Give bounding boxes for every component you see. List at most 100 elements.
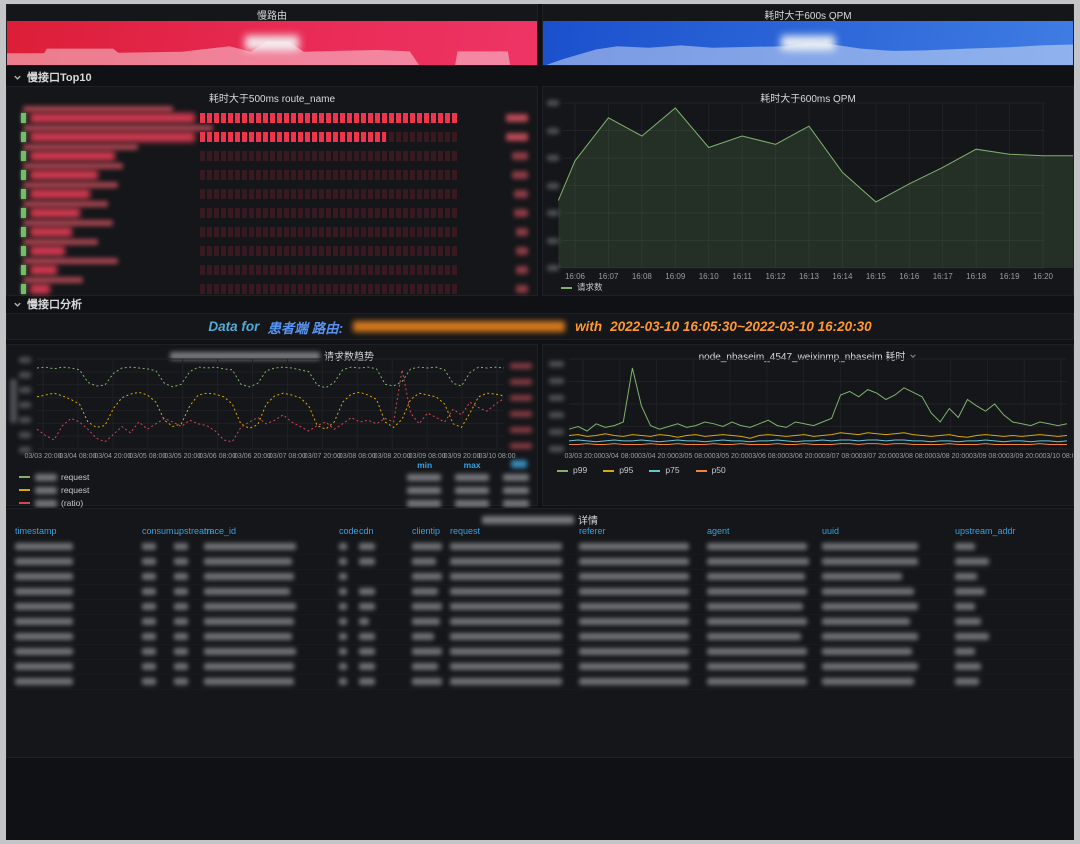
panel-title[interactable]: 耗时大于500ms route_name	[7, 90, 537, 105]
legend-label: request	[61, 485, 89, 495]
banner-time-range: 2022-03-10 16:05:30~2022-03-10 16:20:30	[610, 319, 872, 334]
cell-redacted	[707, 573, 805, 580]
x-tick-label: 03/04 20:00	[638, 453, 675, 460]
panel-title[interactable]: 详情	[7, 512, 1073, 527]
column-header-agent[interactable]: agent	[707, 526, 730, 536]
table-row[interactable]	[7, 674, 1073, 690]
panel-header[interactable]: 耗时大于600s QPM	[543, 5, 1073, 21]
series-line	[569, 368, 1067, 431]
bargauge-row[interactable]	[7, 124, 537, 143]
bargauge-row[interactable]	[7, 200, 537, 219]
x-tick-label: 03/05 20:00	[164, 453, 201, 460]
column-header-request[interactable]: request	[450, 526, 480, 536]
x-tick-label: 03/09 08:00	[969, 453, 1006, 460]
right-tick-redacted	[510, 379, 532, 385]
table-row[interactable]	[7, 539, 1073, 555]
bargauge-row[interactable]	[7, 276, 537, 295]
table-row[interactable]	[7, 629, 1073, 645]
lcd-bar	[21, 151, 479, 161]
legend-sort-redacted[interactable]	[511, 460, 527, 468]
lcd-track	[200, 113, 459, 123]
bargauge-row[interactable]	[7, 162, 537, 181]
cell-redacted	[359, 633, 375, 640]
column-header-trace_id[interactable]: trace_id	[204, 526, 236, 536]
row-toggle-analysis[interactable]: 慢接口分析	[6, 297, 82, 311]
cell-redacted	[174, 618, 188, 625]
table-row[interactable]	[7, 599, 1073, 615]
bargauge-row[interactable]	[7, 238, 537, 257]
cell-redacted	[174, 678, 188, 685]
cell-redacted	[359, 543, 375, 550]
column-header-uuid[interactable]: uuid	[822, 526, 839, 536]
cell-redacted	[15, 678, 73, 685]
legend-label: p75	[665, 465, 679, 475]
banner-data-for: Data for	[208, 319, 259, 334]
cell-redacted	[579, 678, 689, 685]
cell-redacted	[359, 588, 375, 595]
legend-item-requests[interactable]: 请求数	[561, 281, 603, 293]
table-row[interactable]	[7, 584, 1073, 600]
cell-redacted	[579, 633, 689, 640]
legend-color-swatch	[603, 470, 614, 472]
bargauge-row[interactable]	[7, 181, 537, 200]
bargauge-row[interactable]	[7, 143, 537, 162]
cell-redacted	[955, 678, 979, 685]
cell-redacted	[412, 603, 442, 610]
qpm-area-chart[interactable]: 16:0616:0716:0816:0916:1016:1116:1216:13…	[543, 87, 1073, 295]
column-header-clientip[interactable]: clientip	[412, 526, 440, 536]
legend-row[interactable]: request	[19, 484, 529, 496]
legend-label: p95	[619, 465, 633, 475]
stat-panel-600s-qpm: 耗时大于600s QPM	[542, 4, 1074, 66]
legend-label: request	[61, 472, 89, 482]
cell-redacted	[339, 558, 347, 565]
column-header-cdn[interactable]: cdn	[359, 526, 374, 536]
bar-value-redacted	[514, 190, 528, 198]
x-tick-label: 03/07 20:00	[859, 453, 896, 460]
lcd-cell-green	[21, 170, 26, 180]
cell-redacted	[412, 633, 434, 640]
y-tick-redacted	[549, 395, 564, 401]
bargauge-row[interactable]	[7, 257, 537, 276]
legend-item-p50[interactable]: p50	[696, 465, 726, 475]
table-row[interactable]	[7, 554, 1073, 570]
table-row[interactable]	[7, 614, 1073, 630]
column-header-timestamp[interactable]: timestamp	[15, 526, 57, 536]
bargauge-row[interactable]	[7, 105, 537, 124]
legend-row[interactable]: request	[19, 471, 529, 483]
x-tick-label: 03/09 20:00	[444, 453, 481, 460]
bar-fill-redacted	[30, 265, 57, 275]
y-tick-redacted	[19, 432, 31, 438]
table-row[interactable]	[7, 569, 1073, 585]
column-header-referer[interactable]: referer	[579, 526, 606, 536]
cell-redacted	[412, 543, 442, 550]
series-line	[569, 444, 1067, 445]
cell-redacted	[450, 573, 562, 580]
bar-fill-redacted	[30, 208, 80, 218]
legend-item-p99[interactable]: p99	[557, 465, 587, 475]
lcd-bar	[21, 132, 479, 142]
latency-chart[interactable]: 03/03 20:0003/04 08:0003/04 20:0003/05 0…	[543, 345, 1073, 505]
column-header-upstream_addr[interactable]: upstream_addr	[955, 526, 1016, 536]
cell-redacted	[955, 573, 977, 580]
x-tick-label: 03/07 08:00	[822, 453, 859, 460]
table-row[interactable]	[7, 644, 1073, 660]
legend-label: p50	[712, 465, 726, 475]
panel-title[interactable]: 慢路由	[7, 7, 537, 22]
panel-title[interactable]: 耗时大于600s QPM	[543, 7, 1073, 22]
bargauge-row[interactable]	[7, 219, 537, 238]
legend-item-p95[interactable]: p95	[603, 465, 633, 475]
legend-item-p75[interactable]: p75	[649, 465, 679, 475]
table-row[interactable]	[7, 659, 1073, 675]
cell-redacted	[339, 648, 347, 655]
legend-color-swatch	[19, 489, 30, 491]
lcd-track	[200, 227, 459, 237]
bar-value-redacted	[506, 133, 528, 141]
detail-table-panel: 详情 timestampconsum...upstreamtrace_idcod…	[6, 508, 1074, 758]
legend-sort-min[interactable]: min	[386, 460, 432, 470]
banner-entity: 患者端 路由:	[267, 317, 343, 337]
row-toggle-top10[interactable]: 慢接口Top10	[6, 70, 92, 84]
panel-header[interactable]: 慢路由	[7, 5, 537, 21]
column-header-code[interactable]: code	[339, 526, 359, 536]
cell-redacted	[450, 558, 562, 565]
legend-sort-max[interactable]: max	[435, 460, 481, 470]
